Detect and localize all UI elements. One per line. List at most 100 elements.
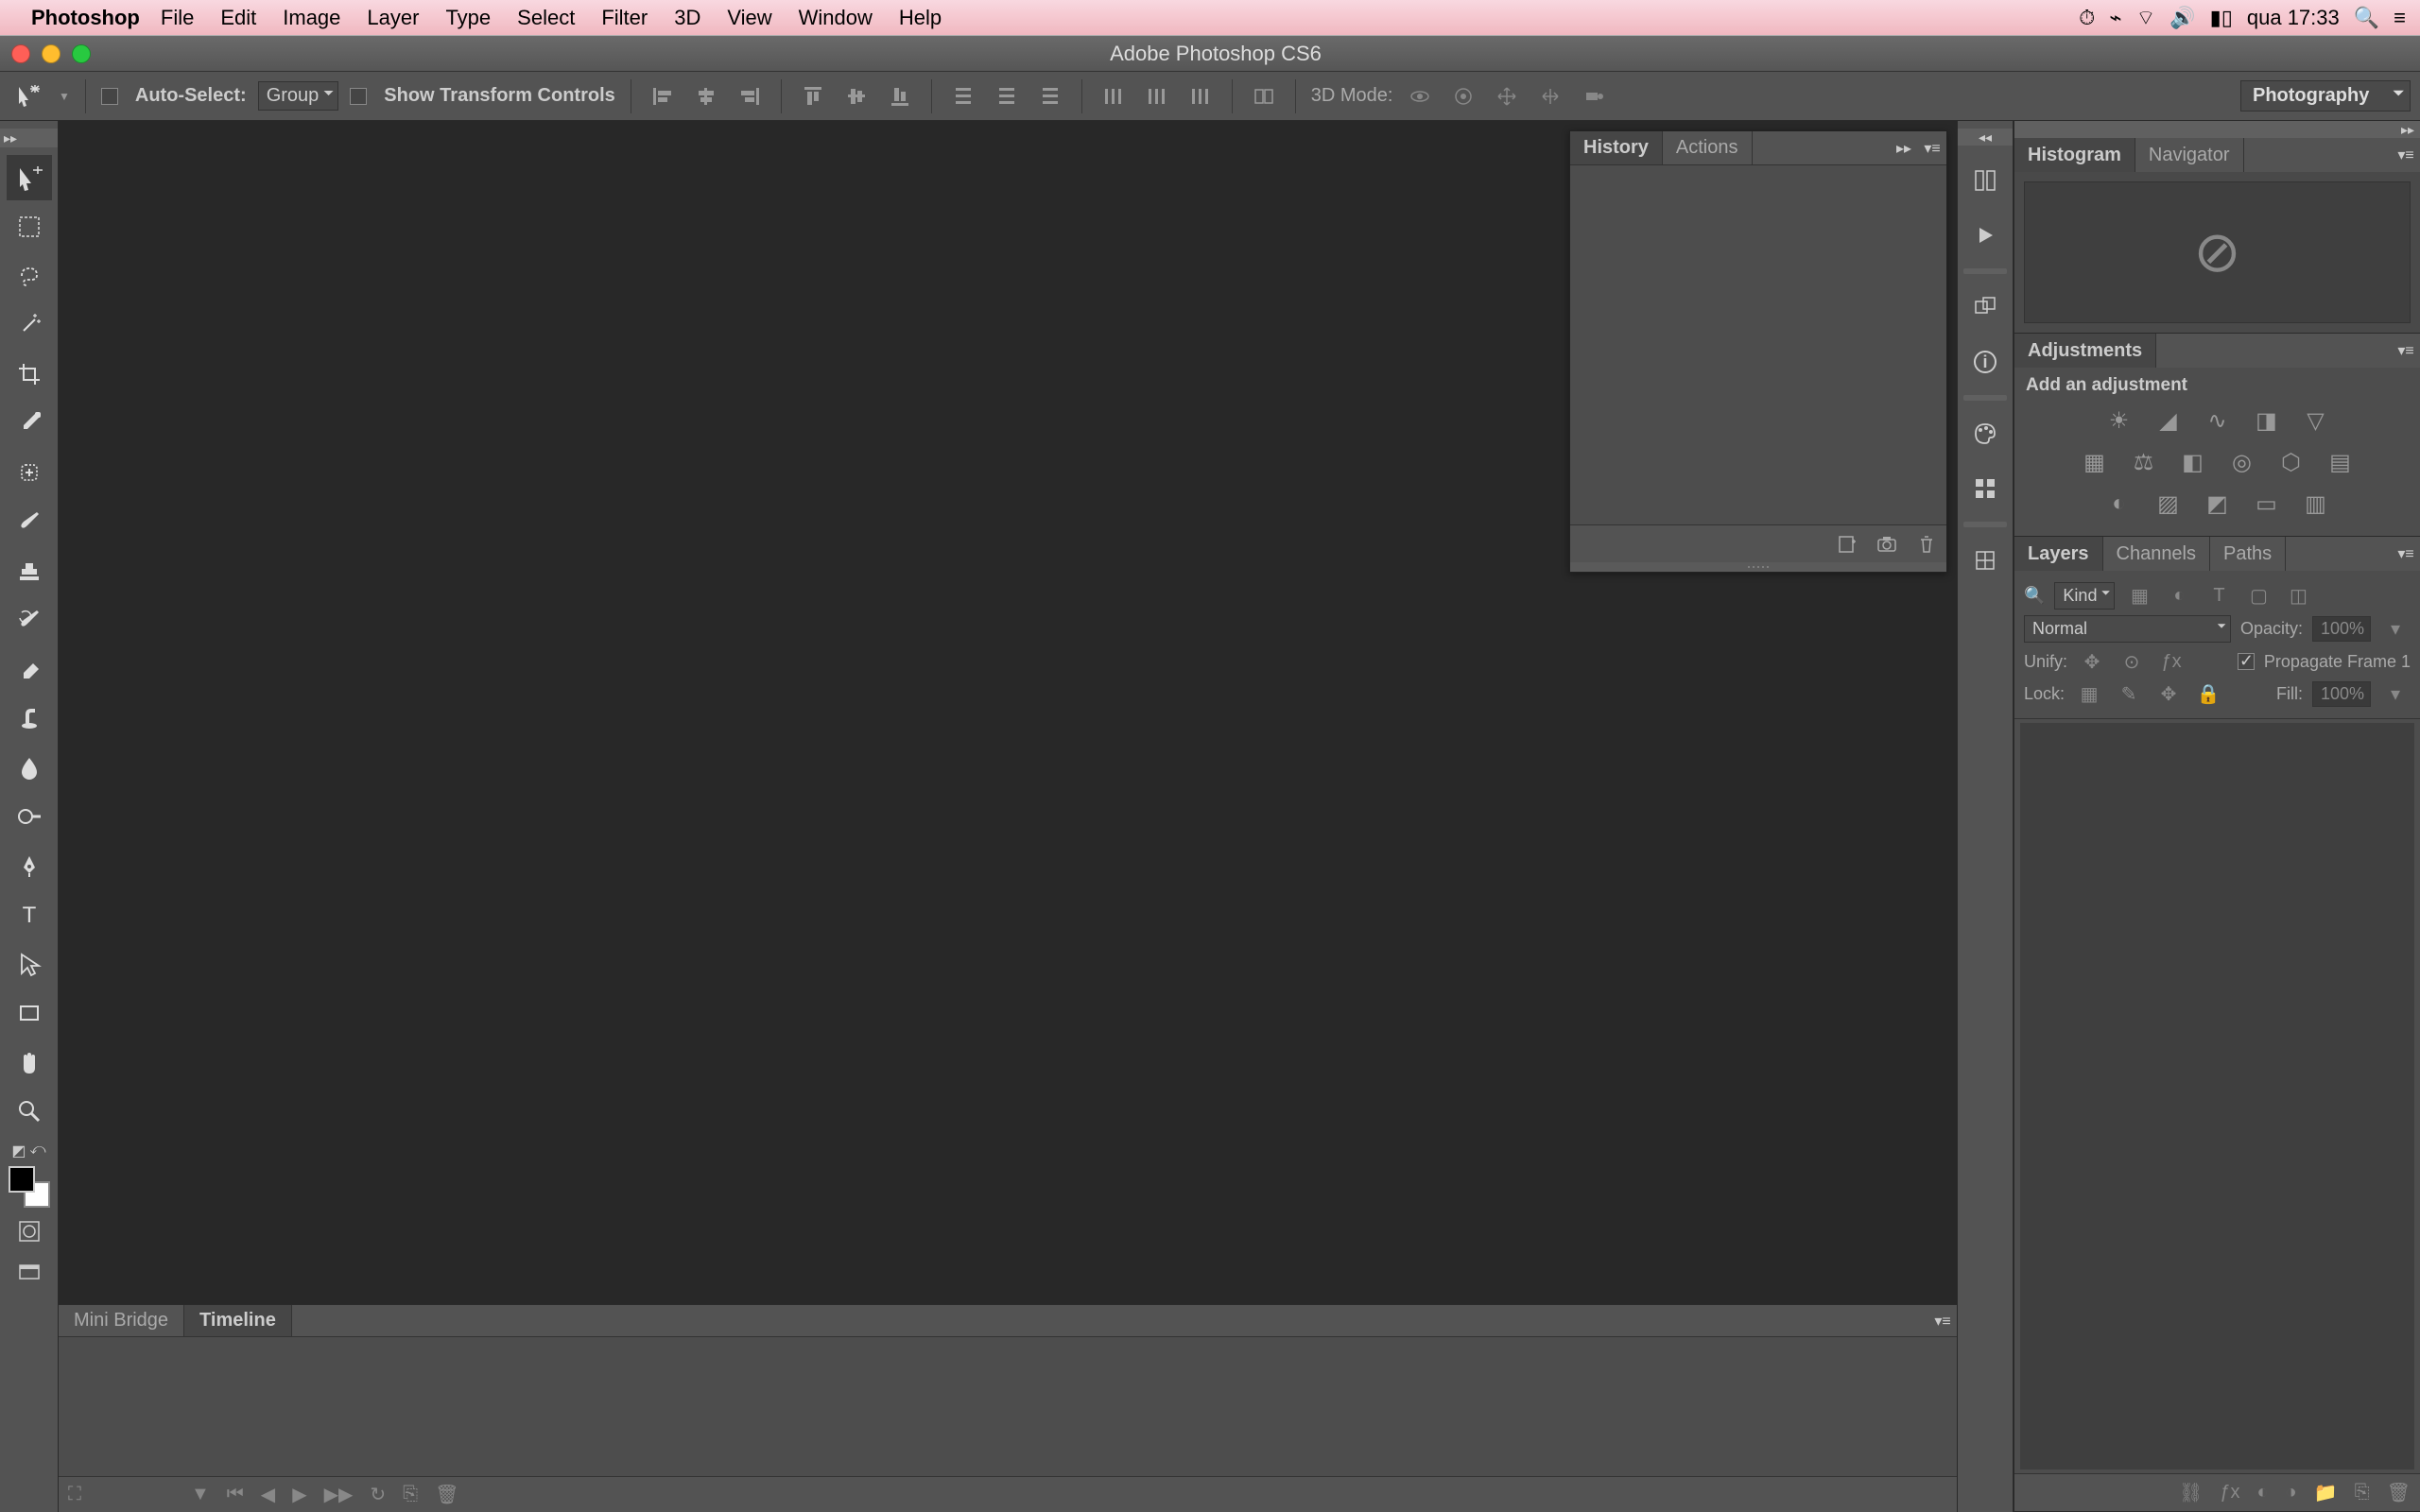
adjustments-menu-icon[interactable]: ▾≡ (2392, 334, 2420, 368)
lock-transparent-icon[interactable]: ▦ (2074, 680, 2104, 707)
new-fill-adjustment-icon[interactable]: ◑ (2286, 1482, 2297, 1503)
align-hcenter-icon[interactable] (690, 80, 722, 112)
delete-layer-icon[interactable]: 🗑 (2387, 1481, 2411, 1504)
layer-style-icon[interactable]: ƒx (2220, 1482, 2239, 1503)
auto-select-checkbox[interactable] (101, 88, 118, 105)
actions-tab[interactable]: Actions (1663, 131, 1753, 164)
new-group-icon[interactable]: 📁 (2314, 1481, 2338, 1504)
propagate-checkbox[interactable] (2238, 653, 2255, 670)
gradient-map-adjustment-icon[interactable]: ▭ (2250, 487, 2284, 521)
3d-roll-icon[interactable] (1447, 80, 1479, 112)
wifi-icon[interactable]: ⌔ (2136, 5, 2156, 31)
vibrance-adjustment-icon[interactable]: ▽ (2299, 404, 2333, 438)
filter-pixel-icon[interactable]: ▦ (2124, 583, 2154, 610)
rightcol-toggle-icon[interactable]: ▸▸ (2014, 121, 2420, 138)
filter-shape-icon[interactable]: ▢ (2243, 583, 2273, 610)
fill-dropdown-icon[interactable]: ▾ (2380, 680, 2411, 707)
window-zoom-button[interactable] (72, 44, 91, 63)
curves-adjustment-icon[interactable]: ∿ (2201, 404, 2235, 438)
tools-toggle-icon[interactable]: ▸▸ (0, 129, 58, 147)
unify-style-icon[interactable]: ƒx (2156, 648, 2187, 675)
menu-select[interactable]: Select (517, 6, 575, 30)
menu-help[interactable]: Help (899, 6, 942, 30)
menubar-clock[interactable]: qua 17:33 (2247, 6, 2340, 30)
distribute-right-icon[interactable] (1184, 80, 1217, 112)
color-panel-icon[interactable] (1965, 414, 2005, 454)
pen-tool[interactable] (7, 843, 52, 888)
3d-orbit-icon[interactable] (1404, 80, 1436, 112)
dodge-tool[interactable] (7, 794, 52, 839)
channels-tab[interactable]: Channels (2103, 537, 2211, 571)
photo-filter-adjustment-icon[interactable]: ◎ (2225, 445, 2259, 479)
align-top-icon[interactable] (797, 80, 829, 112)
swap-colors-icon[interactable]: ⤺ (30, 1142, 46, 1160)
history-brush-tool[interactable] (7, 597, 52, 643)
mini-bridge-tab[interactable]: Mini Bridge (59, 1305, 184, 1336)
3d-slide-icon[interactable] (1534, 80, 1566, 112)
histogram-tab[interactable]: Histogram (2014, 138, 2135, 172)
align-bottom-icon[interactable] (884, 80, 916, 112)
timeline-new-frame-icon[interactable]: ⎘ (403, 1484, 418, 1505)
spotlight-icon[interactable]: 🔍 (2354, 6, 2379, 30)
layers-tab[interactable]: Layers (2014, 537, 2103, 571)
invert-adjustment-icon[interactable]: ◐ (2102, 487, 2136, 521)
levels-adjustment-icon[interactable]: ◢ (2152, 404, 2186, 438)
history-snapshot-icon[interactable] (1876, 534, 1897, 555)
timeline-tab[interactable]: Timeline (184, 1305, 292, 1336)
color-swatches[interactable] (9, 1166, 50, 1208)
lock-all-icon[interactable]: 🔒 (2193, 680, 2223, 707)
current-tool-icon[interactable] (9, 77, 47, 115)
link-layers-icon[interactable]: ⛓ (2179, 1481, 2203, 1504)
distribute-vcenter-icon[interactable] (991, 80, 1023, 112)
brush-tool[interactable] (7, 499, 52, 544)
fill-input[interactable]: 100% (2312, 681, 2371, 707)
histogram-menu-icon[interactable]: ▾≡ (2392, 138, 2420, 172)
magic-wand-tool[interactable] (7, 302, 52, 348)
layers-menu-icon[interactable]: ▾≡ (2392, 537, 2420, 571)
window-close-button[interactable] (11, 44, 30, 63)
threshold-adjustment-icon[interactable]: ◩ (2201, 487, 2235, 521)
blend-mode-select[interactable]: Normal (2024, 615, 2231, 643)
channel-mixer-adjustment-icon[interactable]: ⬡ (2274, 445, 2308, 479)
healing-brush-tool[interactable] (7, 450, 52, 495)
brush-presets-panel-icon[interactable] (1965, 161, 2005, 200)
marquee-tool[interactable] (7, 204, 52, 249)
menu-3d[interactable]: 3D (674, 6, 700, 30)
quick-mask-icon[interactable] (7, 1213, 52, 1249)
timeline-first-icon[interactable]: ⏮ (227, 1484, 244, 1505)
3d-scale-icon[interactable] (1578, 80, 1610, 112)
timemachine-icon[interactable]: ⏱ (2079, 6, 2095, 30)
path-selection-tool[interactable] (7, 941, 52, 987)
distribute-hcenter-icon[interactable] (1141, 80, 1173, 112)
posterize-adjustment-icon[interactable]: ▨ (2152, 487, 2186, 521)
selective-color-adjustment-icon[interactable]: ▥ (2299, 487, 2333, 521)
filter-adjustment-icon[interactable]: ◐ (2164, 583, 2194, 610)
workspace-select[interactable]: Photography (2240, 80, 2411, 112)
color-balance-adjustment-icon[interactable]: ⚖ (2127, 445, 2161, 479)
timeline-options-icon[interactable]: ⛶ (68, 1484, 81, 1505)
filter-smart-icon[interactable]: ◫ (2283, 583, 2313, 610)
info-panel-icon[interactable]: i (1965, 342, 2005, 382)
canvas-area[interactable]: History Actions ▸▸ ▾≡ (59, 121, 1957, 1304)
show-transform-checkbox[interactable] (350, 88, 367, 105)
paths-tab[interactable]: Paths (2210, 537, 2286, 571)
layer-mask-icon[interactable]: ◐ (2257, 1482, 2269, 1503)
move-tool[interactable] (7, 155, 52, 200)
hue-adjustment-icon[interactable]: ▦ (2078, 445, 2112, 479)
volume-icon[interactable]: 🔊 (2169, 6, 2195, 30)
history-menu-icon[interactable]: ▾≡ (1918, 131, 1946, 164)
lock-position-icon[interactable]: ✥ (2153, 680, 2184, 707)
menu-layer[interactable]: Layer (367, 6, 419, 30)
zoom-tool[interactable] (7, 1089, 52, 1134)
menubar-appname[interactable]: Photoshop (31, 6, 140, 30)
panel-grip-icon[interactable] (1570, 562, 1946, 572)
align-left-icon[interactable] (647, 80, 679, 112)
menu-file[interactable]: File (161, 6, 194, 30)
screen-mode-icon[interactable] (7, 1255, 52, 1291)
timeline-loop-icon[interactable]: ↻ (370, 1483, 386, 1506)
play-panel-icon[interactable] (1965, 215, 2005, 255)
text-tool[interactable]: T (7, 892, 52, 937)
distribute-top-icon[interactable] (947, 80, 979, 112)
distribute-left-icon[interactable] (1098, 80, 1130, 112)
bw-adjustment-icon[interactable]: ◧ (2176, 445, 2210, 479)
